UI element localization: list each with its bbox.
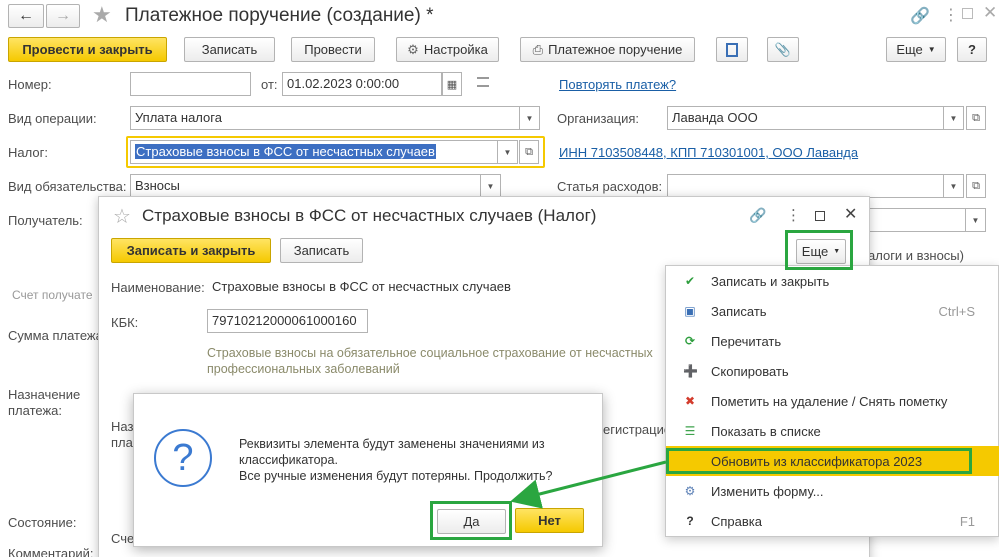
annotation-arrow xyxy=(510,460,667,509)
